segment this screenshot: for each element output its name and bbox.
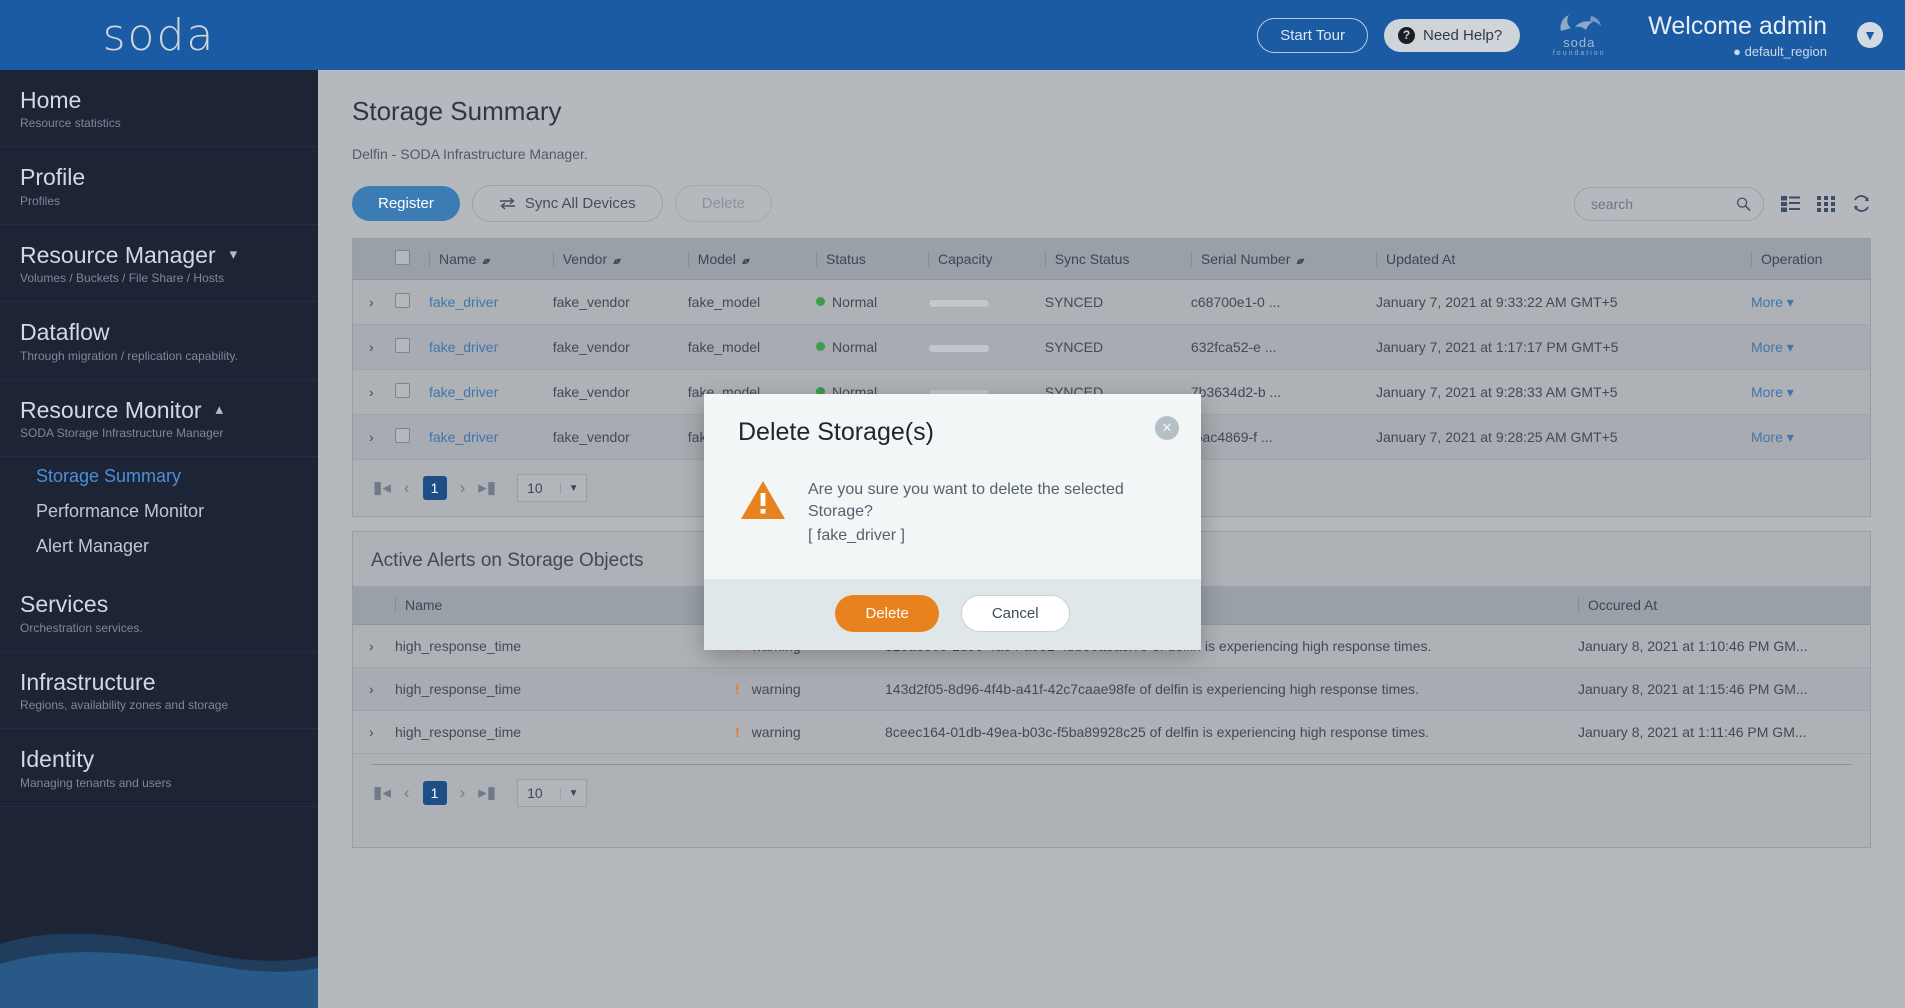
modal-body: Are you sure you want to delete the sele… (704, 457, 1201, 579)
application-root: soda Start Tour ? Need Help? soda founda… (0, 0, 1905, 1008)
close-icon[interactable]: ✕ (1155, 416, 1179, 440)
modal-text-block: Are you sure you want to delete the sele… (808, 479, 1167, 545)
modal-target-name: [ fake_driver ] (808, 527, 905, 545)
modal-footer: Delete Cancel (704, 579, 1201, 651)
modal-message: Are you sure you want to delete the sele… (808, 481, 1124, 520)
modal-delete-button[interactable]: Delete (835, 595, 939, 633)
warning-icon (741, 481, 785, 519)
delete-storage-modal: Delete Storage(s) ✕ Are you sure you wan… (704, 394, 1201, 651)
modal-title: Delete Storage(s) (738, 418, 934, 446)
modal-cancel-button[interactable]: Cancel (960, 595, 1070, 633)
modal-header: Delete Storage(s) ✕ (704, 394, 1201, 457)
